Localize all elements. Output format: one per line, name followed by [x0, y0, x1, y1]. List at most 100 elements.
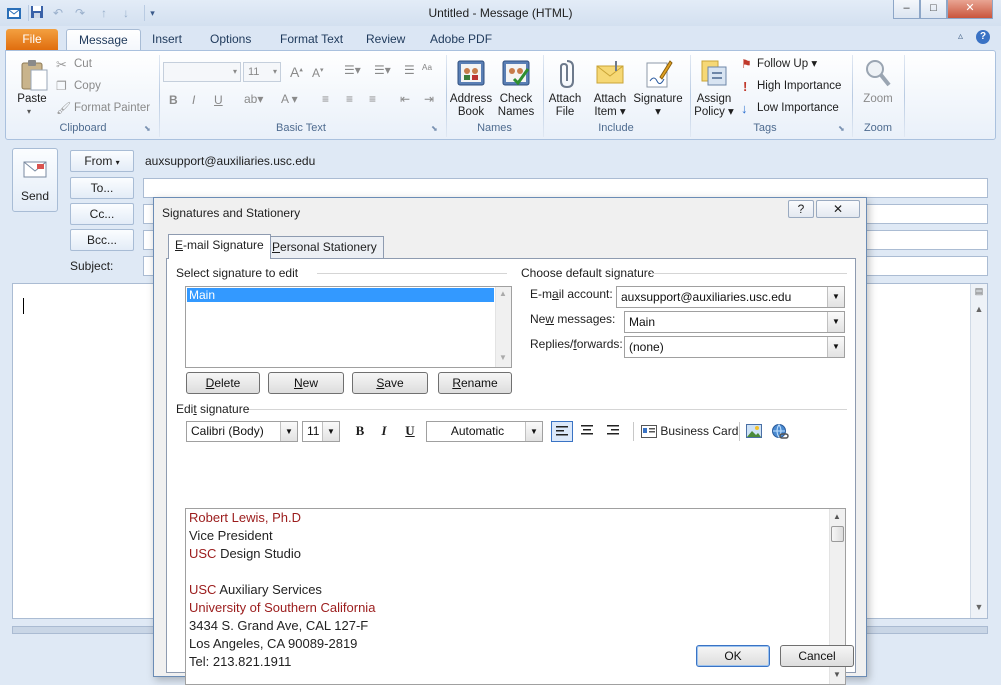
- align-left-icon[interactable]: ≡: [322, 92, 329, 106]
- decrease-indent-icon[interactable]: ⇤: [400, 92, 410, 106]
- assign-policy-button[interactable]: Assign Policy ▾: [692, 93, 736, 119]
- attach-file-button[interactable]: Attach File: [544, 93, 586, 119]
- tab-options[interactable]: Options: [198, 29, 263, 50]
- tab-adobe-pdf[interactable]: Adobe PDF: [418, 29, 504, 50]
- font-size-box[interactable]: 11 ▾: [243, 62, 281, 82]
- insert-picture-button[interactable]: [746, 423, 764, 441]
- delete-button[interactable]: Delete: [186, 372, 260, 394]
- align-center-icon[interactable]: ≡: [346, 92, 353, 106]
- check-names-button[interactable]: Check Names: [495, 93, 537, 119]
- tags-launcher-icon[interactable]: ⬊: [838, 124, 845, 133]
- italic-button[interactable]: I: [375, 423, 393, 439]
- business-card-button[interactable]: Business Card: [641, 423, 738, 442]
- numbering-icon[interactable]: ☰▾: [374, 63, 391, 77]
- tab-email-signature[interactable]: E-mail Signature: [168, 234, 271, 259]
- bold-button[interactable]: B: [351, 423, 369, 439]
- bold-icon[interactable]: B: [169, 93, 178, 107]
- email-account-select[interactable]: auxsupport@auxiliaries.usc.edu ▼: [616, 286, 845, 308]
- align-center-button[interactable]: [577, 421, 599, 442]
- tab-format-text[interactable]: Format Text: [268, 29, 355, 50]
- align-left-button[interactable]: [551, 421, 573, 442]
- tab-personal-stationery[interactable]: Personal Stationery: [265, 236, 384, 258]
- font-name-box[interactable]: ▾: [163, 62, 241, 82]
- paste-label[interactable]: Paste: [12, 93, 52, 106]
- font-color-select[interactable]: Automatic ▼: [426, 421, 543, 442]
- address-book-icon[interactable]: [455, 57, 487, 89]
- italic-icon[interactable]: I: [192, 93, 195, 107]
- assign-policy-icon[interactable]: [698, 57, 730, 89]
- underline-icon[interactable]: U: [214, 93, 223, 107]
- bcc-button[interactable]: Bcc...: [70, 229, 134, 251]
- check-names-icon[interactable]: [500, 57, 532, 89]
- ok-button[interactable]: OK: [696, 645, 770, 667]
- scroll-thumb[interactable]: [831, 526, 844, 542]
- copy-button[interactable]: Copy: [74, 80, 101, 93]
- scroll-up-icon[interactable]: ▲: [499, 289, 507, 298]
- to-field[interactable]: [143, 178, 988, 198]
- bullets-icon[interactable]: ☰▾: [344, 63, 361, 77]
- new-button[interactable]: New: [268, 372, 344, 394]
- tab-message[interactable]: Message: [66, 29, 141, 50]
- ruler-icon[interactable]: ▤: [973, 286, 985, 298]
- tab-insert[interactable]: Insert: [140, 29, 194, 50]
- minimize-button[interactable]: –: [893, 0, 920, 19]
- cut-button[interactable]: Cut: [74, 58, 92, 71]
- paste-icon[interactable]: [18, 57, 50, 91]
- shrink-font-icon[interactable]: A▾: [312, 66, 324, 80]
- help-icon[interactable]: ?: [976, 30, 990, 44]
- basic-text-launcher-icon[interactable]: ⬊: [431, 124, 438, 133]
- align-right-icon[interactable]: ≡: [369, 92, 376, 106]
- send-button[interactable]: Send: [12, 148, 58, 212]
- clear-formatting-icon[interactable]: ᴬᵃ: [422, 62, 432, 76]
- zoom-button[interactable]: Zoom: [856, 93, 900, 106]
- replies-forwards-select[interactable]: (none) ▼: [624, 336, 845, 358]
- font-color-icon[interactable]: A ▾: [281, 92, 298, 106]
- underline-button[interactable]: U: [401, 423, 419, 439]
- maximize-button[interactable]: □: [920, 0, 947, 19]
- attach-file-icon[interactable]: [551, 57, 583, 89]
- low-importance-button[interactable]: Low Importance: [757, 102, 839, 115]
- paste-dropdown-icon[interactable]: ▾: [27, 107, 31, 116]
- dialog-help-button[interactable]: ?: [788, 200, 814, 218]
- email-signature-panel: Select signature to edit Main ▲ ▼ Delete…: [166, 258, 856, 685]
- signature-list-item[interactable]: Main: [187, 288, 494, 302]
- signature-list[interactable]: Main ▲ ▼: [185, 286, 512, 368]
- follow-up-button[interactable]: Follow Up ▾: [757, 58, 817, 71]
- increase-indent-icon[interactable]: ⇥: [424, 92, 434, 106]
- signature-list-scrollbar[interactable]: ▲ ▼: [495, 287, 511, 367]
- scroll-up-icon[interactable]: ▲: [973, 304, 985, 314]
- zoom-icon[interactable]: [862, 57, 894, 89]
- insert-hyperlink-button[interactable]: [771, 423, 789, 441]
- signature-button[interactable]: Signature ▾: [630, 93, 686, 119]
- font-size-select[interactable]: 11 ▼: [302, 421, 340, 442]
- new-messages-select[interactable]: Main ▼: [624, 311, 845, 333]
- cc-button[interactable]: Cc...: [70, 203, 134, 225]
- rename-button[interactable]: Rename: [438, 372, 512, 394]
- collapse-ribbon-icon[interactable]: ▵: [958, 31, 963, 42]
- scroll-down-icon[interactable]: ▼: [973, 602, 985, 612]
- align-right-button[interactable]: [603, 421, 625, 442]
- attach-item-button[interactable]: Attach Item ▾: [588, 93, 632, 119]
- scroll-down-icon[interactable]: ▼: [499, 353, 507, 362]
- dialog-close-button[interactable]: ✕: [816, 200, 860, 218]
- attach-item-icon[interactable]: [594, 57, 626, 89]
- scroll-up-icon[interactable]: ▲: [833, 512, 841, 521]
- high-importance-button[interactable]: High Importance: [757, 80, 841, 93]
- highlight-icon[interactable]: ab▾: [244, 92, 263, 106]
- format-painter-button[interactable]: Format Painter: [74, 102, 150, 115]
- clipboard-launcher-icon[interactable]: ⬊: [144, 124, 151, 133]
- address-book-button[interactable]: Address Book: [446, 93, 496, 119]
- grow-font-icon[interactable]: A▴: [290, 64, 303, 80]
- signature-icon[interactable]: [642, 57, 674, 89]
- font-name-select[interactable]: Calibri (Body) ▼: [186, 421, 298, 442]
- save-button[interactable]: Save: [352, 372, 428, 394]
- body-scrollbar[interactable]: ▤ ▲ ▼: [970, 284, 987, 618]
- to-button[interactable]: To...: [70, 177, 134, 199]
- from-button[interactable]: From ▾: [70, 150, 134, 172]
- indent-list-icon[interactable]: ☰: [404, 63, 415, 77]
- close-button[interactable]: ✕: [947, 0, 993, 19]
- cancel-button[interactable]: Cancel: [780, 645, 854, 667]
- scroll-down-icon[interactable]: ▼: [833, 670, 841, 679]
- tab-file[interactable]: File: [6, 29, 58, 50]
- tab-review[interactable]: Review: [354, 29, 417, 50]
